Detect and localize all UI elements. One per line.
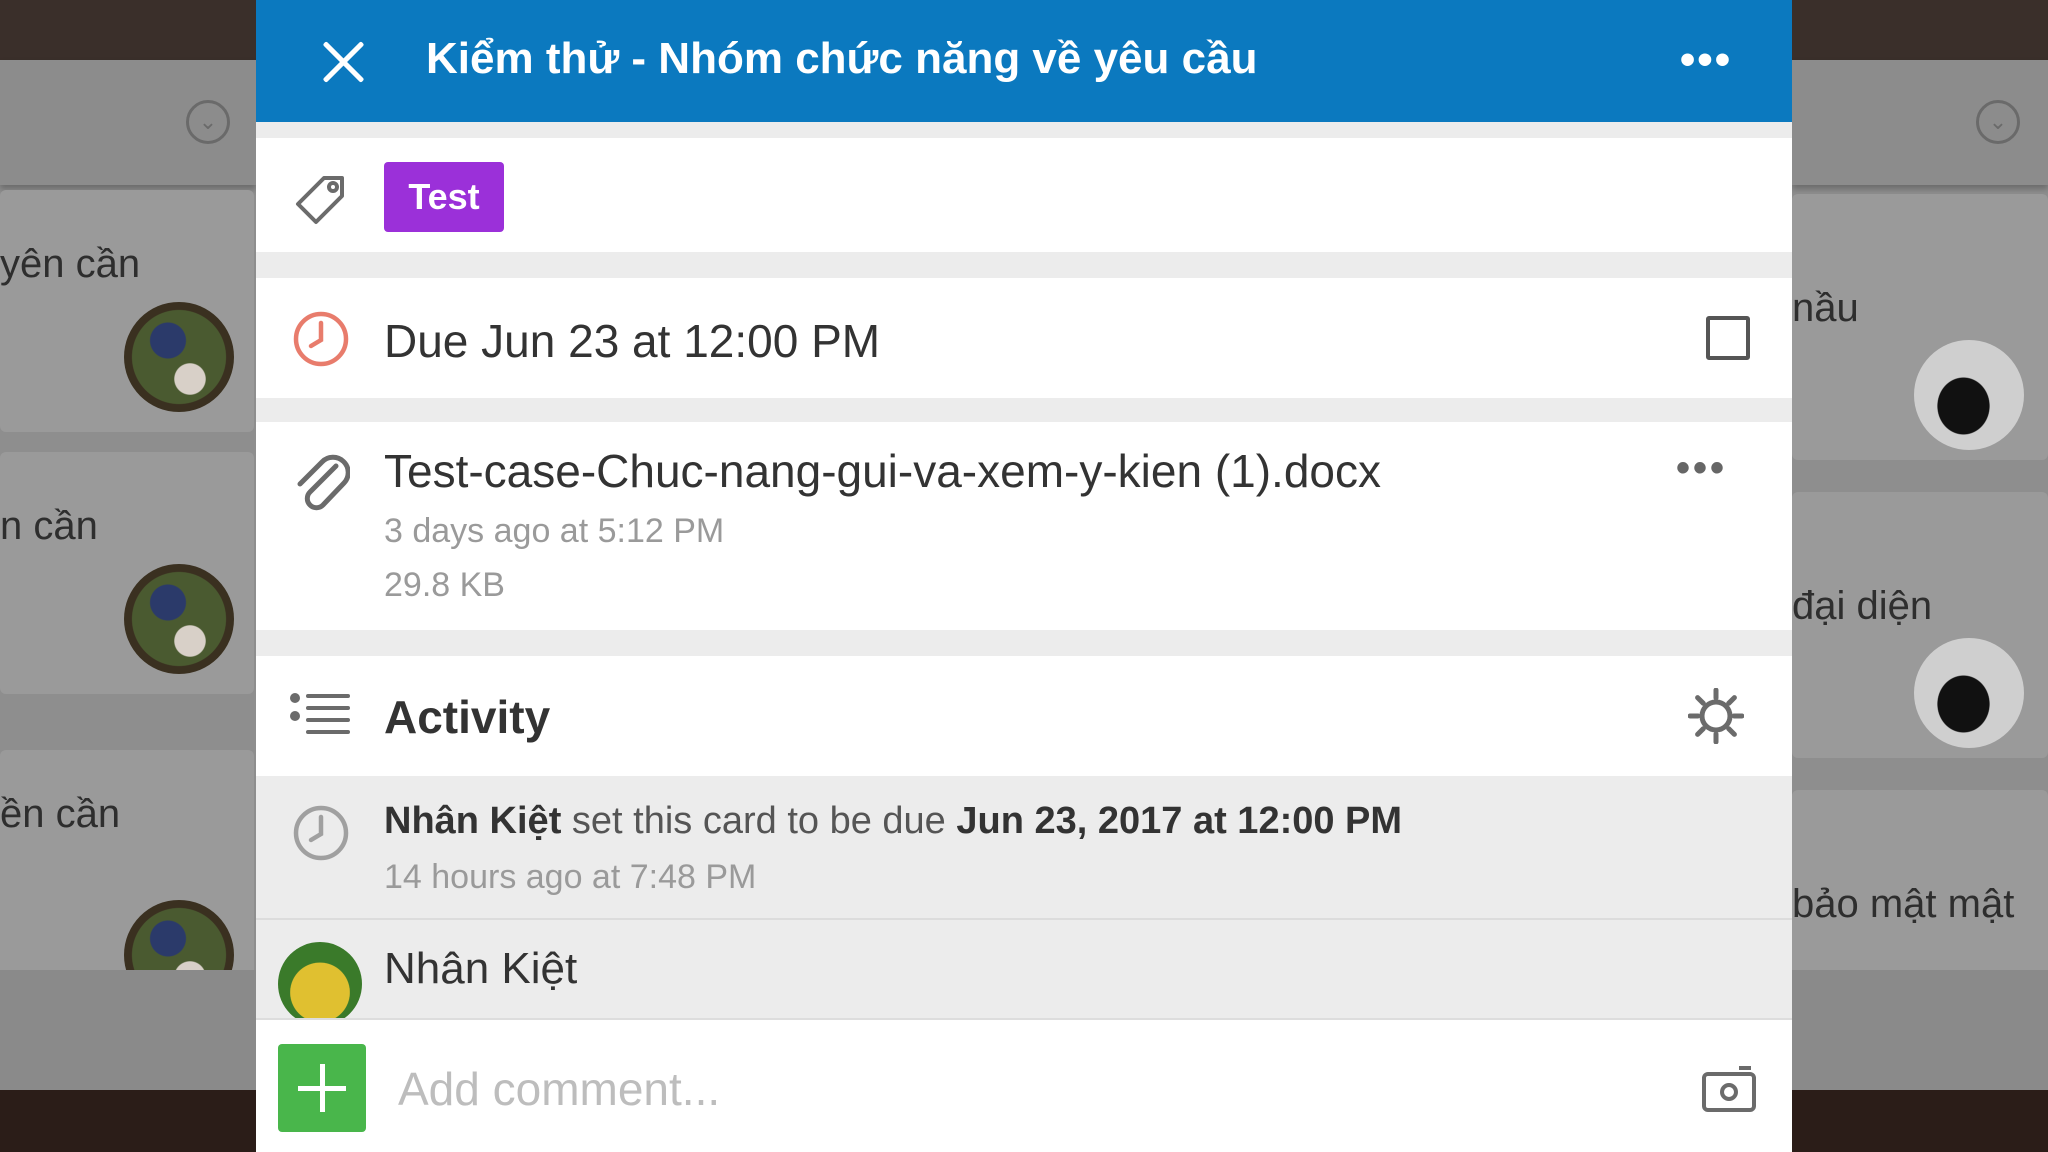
comment-author[interactable]: Nhân Kiệt <box>384 944 577 994</box>
card-title: bảo mật mật <box>1792 882 2015 926</box>
activity-item: Nhân Kiệt set this card to be due Jun 23… <box>256 778 1792 920</box>
activity-title: Activity <box>384 691 551 743</box>
avatar <box>124 564 234 674</box>
activity-action: set this card to be due <box>561 800 957 842</box>
labels-section: Test <box>256 138 1792 252</box>
list-header: ⌄ <box>1792 60 2048 185</box>
activity-target: Jun 23, 2017 at 12:00 PM <box>956 800 1403 842</box>
list-header: ⌄ <box>0 60 256 185</box>
card-title[interactable]: Kiểm thử - Nhóm chức năng về yêu cầu <box>426 34 1257 84</box>
more-options-icon[interactable]: ••• <box>1676 38 1736 82</box>
comment-bar <box>256 1018 1792 1152</box>
list-icon <box>290 693 350 734</box>
list-card[interactable]: yên cần <box>0 190 254 432</box>
comment-input[interactable] <box>396 1056 1600 1122</box>
list-card[interactable]: nầu <box>1792 194 2048 460</box>
attachment-name[interactable]: Test-case-Chuc-nang-gui-va-xem-y-kien (1… <box>384 444 1381 498</box>
label-chip[interactable]: Test <box>384 162 504 232</box>
camera-icon[interactable] <box>1701 1060 1757 1116</box>
due-date-section[interactable]: Due Jun 23 at 12:00 PM <box>256 278 1792 398</box>
gear-icon[interactable] <box>1688 688 1744 744</box>
avatar <box>1914 638 2024 748</box>
card-title: đại diện <box>1792 584 1933 628</box>
avatar <box>1914 340 2024 450</box>
tag-icon <box>296 176 344 224</box>
list-card[interactable]: ền cần <box>0 750 254 1010</box>
avatar <box>278 942 362 1026</box>
background-list-left: ⌄ yên cần n cần ền cần <box>0 60 256 1090</box>
due-date-text: Due Jun 23 at 12:00 PM <box>384 315 881 367</box>
activity-text: Nhân Kiệt set this card to be due Jun 23… <box>384 800 1402 843</box>
close-icon[interactable] <box>316 35 370 89</box>
card-title: nầu <box>1792 286 1859 330</box>
list-card[interactable]: n cần <box>0 452 254 694</box>
attachment-time: 3 days ago at 5:12 PM <box>384 512 725 550</box>
paperclip-icon <box>297 454 350 511</box>
list-footer <box>0 970 256 1090</box>
attachment-more-icon[interactable]: ••• <box>1676 446 1727 491</box>
add-attachment-button[interactable] <box>278 1044 366 1132</box>
attachment-section[interactable]: Test-case-Chuc-nang-gui-va-xem-y-kien (1… <box>256 422 1792 630</box>
card-detail-modal: Kiểm thử - Nhóm chức năng về yêu cầu •••… <box>256 0 1792 1152</box>
activity-header: Activity <box>256 656 1792 776</box>
due-complete-checkbox[interactable] <box>1706 316 1750 360</box>
card-title: yên cần <box>0 242 141 286</box>
modal-header: Kiểm thử - Nhóm chức năng về yêu cầu ••• <box>256 0 1792 122</box>
activity-user[interactable]: Nhân Kiệt <box>384 800 561 842</box>
activity-time: 14 hours ago at 7:48 PM <box>384 858 757 896</box>
attachment-size: 29.8 KB <box>384 566 505 604</box>
comment-item: Nhân Kiệt <box>256 920 1792 1026</box>
avatar <box>124 302 234 412</box>
chevron-down-icon[interactable]: ⌄ <box>186 100 230 144</box>
background-list-right: ⌄ nầu đại diện bảo mật mật <box>1792 60 2048 1090</box>
clock-icon <box>293 311 349 367</box>
chevron-down-icon[interactable]: ⌄ <box>1976 100 2020 144</box>
clock-icon <box>293 805 349 861</box>
card-title: ền cần <box>0 792 121 836</box>
card-title: n cần <box>0 504 98 548</box>
list-card[interactable]: đại diện <box>1792 492 2048 758</box>
list-footer <box>1792 970 2048 1090</box>
